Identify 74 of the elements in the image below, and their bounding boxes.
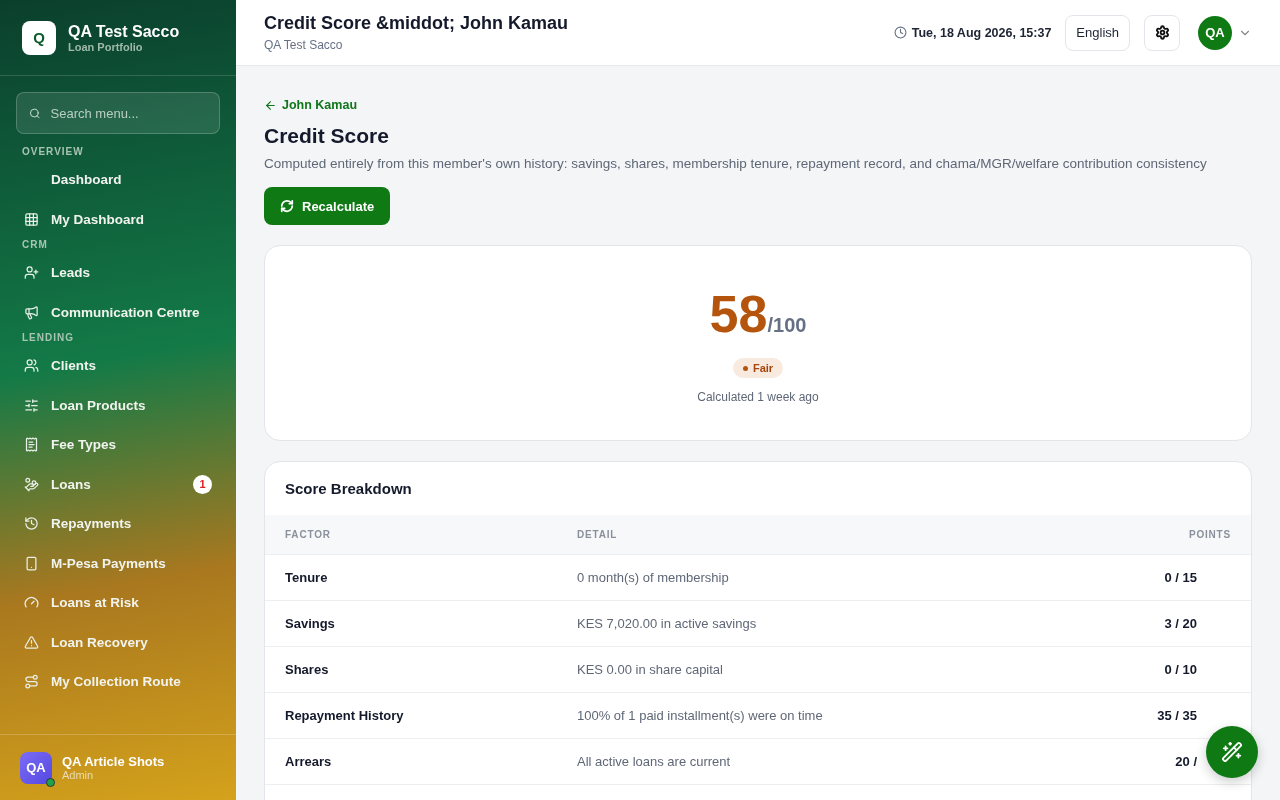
- search-field[interactable]: Search menu...: [16, 92, 220, 134]
- detail-cell-text: All active loans are current: [577, 754, 732, 769]
- recalculate-button[interactable]: Recalculate: [264, 187, 391, 225]
- users-icon: [24, 358, 39, 374]
- section-title: OVERVIEW: [21, 146, 85, 159]
- score-max: /100: [767, 314, 807, 337]
- history-icon: [24, 516, 39, 532]
- user-plus-icon: [24, 265, 39, 281]
- brand-name: QA Test Sacco: [68, 22, 180, 41]
- search-input[interactable]: Search menu...: [48, 104, 207, 122]
- clock-icon: [893, 26, 907, 39]
- rating-badge: Fair: [732, 358, 784, 378]
- points-cell-text: 3 / 20: [1163, 616, 1198, 631]
- factor-cell-text: Arrears: [285, 754, 333, 769]
- card-title: Score Breakdown: [284, 479, 413, 499]
- warning-icon: [24, 634, 39, 650]
- nav-item[interactable]: Communication Centre: [0, 292, 236, 332]
- nav-item[interactable]: My Collection Route: [0, 662, 236, 702]
- section-title: CRM: [21, 239, 49, 252]
- header-subtitle: QA Test Sacco: [264, 38, 344, 52]
- nav-item[interactable]: M-Pesa Payments: [0, 543, 236, 583]
- nav-item[interactable]: Loan Products: [0, 385, 236, 425]
- sliders-icon: [24, 397, 39, 413]
- points-cell-text: 20 /: [1174, 754, 1198, 769]
- points-cell-text: 0 / 15: [1163, 570, 1198, 585]
- language-button[interactable]: English: [1065, 14, 1130, 51]
- count-badge: 1: [193, 474, 212, 494]
- arrow-left-icon: [264, 98, 277, 112]
- detail-cell-text: 100% of 1 paid installment(s) were on time: [577, 708, 824, 723]
- phone-icon: [24, 555, 39, 571]
- user-name: QA Article Shots: [62, 754, 165, 769]
- money-hand-icon: [24, 476, 39, 492]
- score-value: 58: [709, 284, 768, 344]
- route-icon: [24, 674, 39, 690]
- nav-item[interactable]: Loan Recovery: [0, 622, 236, 662]
- detail-cell-text: KES 7,020.00 in active savings: [577, 616, 758, 631]
- page-title: Credit Score: [264, 124, 389, 148]
- nav-item[interactable]: Clients: [0, 346, 236, 386]
- points-cell-text: 35 / 35: [1156, 708, 1198, 723]
- nav-item[interactable]: My Dashboard: [0, 199, 236, 239]
- user-role: Admin: [62, 769, 95, 781]
- nav-item[interactable]: Dashboard: [0, 160, 236, 200]
- grid-icon: [24, 211, 39, 227]
- calculated-time: Calculated 1 week ago: [697, 390, 819, 404]
- points-cell-text: 0 / 10: [1163, 662, 1198, 677]
- nav-item[interactable]: Fee Types: [0, 425, 236, 465]
- nav-item[interactable]: Repayments: [0, 504, 236, 544]
- factor-cell-text: Shares: [285, 662, 330, 677]
- receipt-icon: [24, 437, 39, 453]
- brand-logo: Q: [22, 20, 56, 55]
- column-header: DETAIL: [577, 529, 619, 540]
- brand-subtitle: Loan Portfolio: [68, 40, 144, 53]
- page-description: Computed entirely from this member's own history: savings, shares, membership tenure, repayment record, and chama/MGR/welfare contribution consistency: [264, 156, 1207, 171]
- date-time: Tue, 18 Aug 2026, 15:37: [911, 25, 1052, 40]
- nav-item[interactable]: Loans at Risk: [0, 583, 236, 623]
- factor-cell-text: Repayment History: [285, 708, 405, 723]
- search-icon: [29, 106, 41, 120]
- nav-item[interactable]: Leads: [0, 253, 236, 293]
- back-link[interactable]: John Kamau: [264, 98, 357, 112]
- detail-cell-text: 0 month(s) of membership: [577, 570, 730, 585]
- user-avatar: QA: [20, 751, 52, 784]
- magic-wand-icon: [1221, 741, 1243, 763]
- settings-icon: [1154, 25, 1170, 40]
- header-title: Credit Score &middot; John Kamau: [264, 13, 570, 34]
- settings-button[interactable]: [1144, 14, 1180, 51]
- factor-cell-text: Tenure: [285, 570, 329, 585]
- section-title: LENDING: [21, 332, 75, 345]
- column-header: FACTOR: [285, 529, 332, 540]
- refresh-icon: [280, 199, 294, 213]
- factor-cell-text: Savings: [285, 616, 336, 631]
- column-header: POINTS: [1187, 529, 1231, 540]
- nav-item[interactable]: Loans 1: [0, 464, 236, 504]
- megaphone-icon: [24, 304, 39, 320]
- detail-cell-text: KES 0.00 in share capital: [577, 662, 724, 677]
